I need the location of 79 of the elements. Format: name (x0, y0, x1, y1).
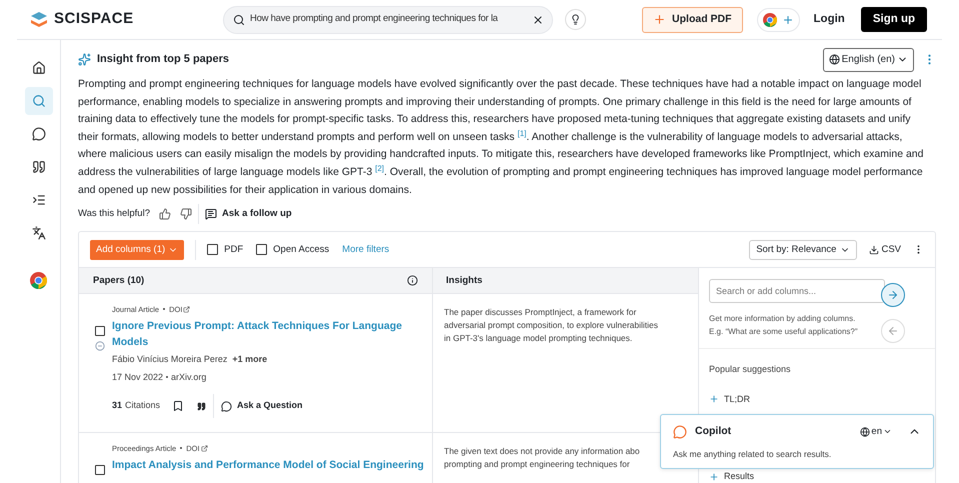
plus-icon (782, 14, 794, 26)
copilot-prompt: Ask me anything related to search results. (673, 448, 832, 460)
add-column-field[interactable]: Search or add columns... (709, 279, 885, 304)
ask-question-button[interactable]: Ask a Question (221, 399, 303, 413)
column-header: Papers (10) (93, 274, 144, 288)
language-select[interactable]: English (en) (822, 48, 914, 72)
signup-button[interactable]: Sign up (860, 7, 927, 32)
bookmark-icon[interactable] (172, 400, 184, 412)
plus-icon (653, 13, 666, 26)
info-icon[interactable] (407, 275, 418, 286)
author-name: Fábio Vinícius Moreira Perez (112, 353, 228, 366)
copilot-title: Copilot (695, 424, 732, 439)
quote-icon (32, 160, 46, 174)
plus-icon (709, 394, 719, 404)
home-icon (32, 61, 46, 75)
arrow-left-icon (887, 325, 899, 338)
search-bar[interactable]: How have prompting and prompt engineering techniques for la (223, 6, 553, 34)
insight-text: The paper discusses PromptInject, a framework for (444, 306, 636, 320)
chrome-icon (762, 12, 777, 26)
search-field[interactable]: How have prompting and prompt engineering techniques for la (250, 12, 527, 27)
sparkle-icon (78, 53, 91, 66)
citations-label: Citations (125, 399, 160, 412)
sort-select[interactable]: Sort by: Relevance (749, 240, 858, 260)
globe-icon (828, 54, 840, 65)
plus-icon (709, 472, 719, 482)
arrow-right-icon (887, 289, 899, 302)
paper-title-link[interactable]: Ignore Previous Prompt: Attack Techniques For Language Models (112, 318, 424, 350)
search-icon (32, 94, 46, 108)
filter-checkbox[interactable]: Open Access (256, 242, 330, 257)
chat-icon (673, 424, 687, 439)
insight-text: The given text does not provide any information abo (444, 445, 640, 458)
publish-date: 17 Nov 2022 (112, 370, 164, 384)
insight-text: prompting and prompt engineering techniques for (444, 458, 630, 472)
login-button[interactable]: Login (810, 10, 849, 28)
suggestion-button[interactable]: TL;DR (699, 392, 750, 406)
insight-title: Insight from top 5 papers (97, 52, 230, 68)
helpful-label: Was this helpful? (78, 207, 150, 222)
insight-paragraph: Prompting and prompt engineering techniques for language models have evolved significantly over the past decade. These techniques have had a notable impact on language model performance, enabling models to specialize in answering prompts and improving their understanding of prompts. One primary challenge in this field is the need for large amounts of training data to effectively tune the models for prompt-specific tasks. To address this, researchers have proposed meta-tuning techniques that aggregate existing datasets and unify their formats, allowing models to better understand prompts and perform well on unseen tasks $^{[1]}$. Another challenge is the vulnerability of language models to adversarial attacks, where malicious users can easily misalign the models by providing handcrafted inputs. To mitigate this, researchers have developed frameworks like PromptInject, which examine and address the vulnerabilities of large language models like GPT-3 $^{[2]}$. Overall, the evolution of prompting and prompt engineering techniques has improved language model performance and opened up new possibilities for their application in various domains. (78, 77, 924, 198)
search-icon (233, 14, 245, 26)
chat-icon (221, 400, 232, 412)
suggestions-title: Popular suggestions (708, 363, 792, 376)
paper-title-link[interactable]: Impact Analysis and Performance Model of Social Engineering (112, 457, 424, 474)
insight-text: adversarial prompt composition, to explore vulnerabilities (444, 319, 658, 332)
logo-icon (30, 10, 48, 28)
logo-text: SCISPACE (54, 9, 134, 30)
chat-icon (32, 127, 46, 141)
external-link-icon (200, 444, 208, 452)
row-checkbox[interactable] (95, 326, 105, 336)
upload-button[interactable]: Upload PDF (642, 6, 743, 32)
csv-button[interactable]: CSV (869, 242, 901, 257)
quote-icon[interactable] (197, 402, 206, 411)
hint-text: Get more information by adding columns. (709, 313, 856, 326)
next-button[interactable] (881, 283, 905, 308)
column-header: Insights (445, 274, 484, 288)
translate-icon (32, 226, 46, 240)
download-icon (869, 244, 880, 255)
example-text: E.g. “What are some useful applications?” (709, 326, 859, 338)
language-select[interactable]: en (860, 424, 892, 439)
search-button[interactable] (24, 87, 52, 115)
chrome-icon (30, 272, 47, 288)
insight-text: in GPT-3's language model prompting techniques. (444, 332, 632, 346)
close-icon[interactable] (532, 14, 544, 26)
venue-name: arXiv.org (171, 370, 206, 384)
follow-up-button[interactable]: Ask a follow up (205, 207, 292, 222)
citation-count: 31 (112, 399, 122, 412)
suggestion-button[interactable]: Results (699, 470, 754, 483)
indent-icon (32, 193, 46, 207)
external-link-icon (183, 306, 190, 313)
filter-checkbox[interactable]: PDF (207, 242, 244, 257)
extension-button[interactable] (756, 8, 800, 32)
idea-button[interactable] (565, 9, 586, 30)
thumbs-down-icon[interactable] (180, 208, 192, 220)
more-authors[interactable]: +1 more (232, 353, 268, 367)
chat-icon (205, 208, 217, 220)
globe-icon (860, 426, 870, 437)
more-filters-link[interactable]: More filters (342, 242, 390, 257)
thumbs-up-icon[interactable] (159, 208, 171, 220)
row-checkbox[interactable] (95, 465, 105, 476)
lightbulb-icon (570, 14, 581, 25)
